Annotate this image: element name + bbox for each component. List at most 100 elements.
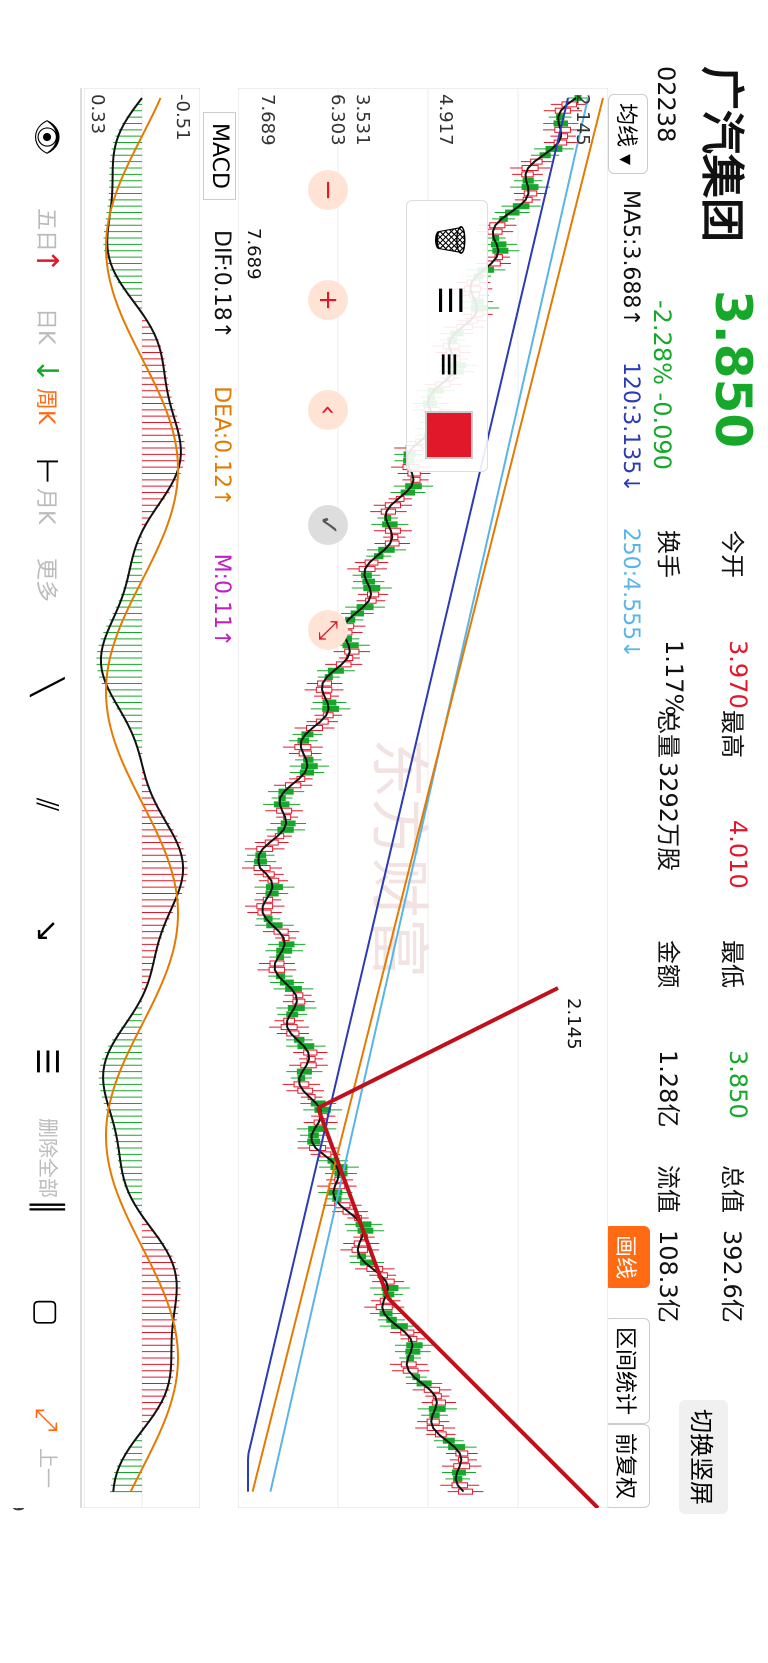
candle-body [492, 247, 509, 254]
stat-amount-label: 金额 [654, 940, 682, 988]
stock-code: 02238 [652, 66, 680, 143]
candle-body [298, 750, 312, 757]
stat-open-value: 3.970 [724, 640, 752, 709]
stat-volume-value: 3292万股 [654, 762, 682, 872]
candle-body [521, 184, 539, 191]
toolbar-day-k[interactable]: 日K [32, 308, 64, 344]
vertical-lines-icon[interactable]: ║ [29, 1198, 64, 1216]
price-axis-upper: 6.303 [327, 94, 348, 146]
candle-body [351, 1246, 368, 1253]
stat-amount-value: 1.28亿 [654, 1050, 682, 1128]
candle-body [406, 1342, 423, 1349]
candle-body [277, 826, 294, 833]
bottom-toolbar: 👁 五日 ↑ 日K ↓ 周K ⊢ 月K 更多 ╲ ⫽ ↘ ☰ 删除全部 ║ ▢ … [0, 88, 82, 1508]
candle-body [328, 1183, 346, 1190]
macd-m: M:0.11↑ [209, 553, 234, 648]
candle-body [451, 1469, 466, 1476]
macd-chart[interactable] [84, 88, 200, 1508]
color-picker-icon[interactable] [425, 411, 473, 459]
candle-body [521, 171, 534, 178]
stock-name: 广汽集团 [696, 66, 747, 242]
candle-body [273, 801, 290, 808]
price-change: -2.28% -0.090 [648, 300, 676, 470]
stat-mktcap-label: 总值 [718, 1165, 746, 1213]
candle-body [375, 1304, 393, 1311]
candle-body [360, 572, 372, 579]
stat-volume-label: 总量 [654, 710, 682, 758]
ma120-value: 120:3.135↓ [618, 361, 643, 493]
ma5-value: MA5:3.688↑ [618, 190, 643, 327]
candle-body [280, 820, 296, 827]
candle-body [322, 699, 337, 706]
ray-line-icon[interactable]: ↘ [29, 918, 64, 943]
draw-tool-popup[interactable]: 🗑 ☰ ≡ [406, 200, 488, 472]
ma-select-label: 均线 [613, 103, 638, 148]
candle-body [283, 1017, 295, 1024]
candle-body [265, 884, 283, 891]
plus-icon[interactable]: + [308, 280, 348, 320]
macd-dif: DIF:0.18↑ [209, 230, 234, 340]
candle-body [294, 744, 312, 751]
watermark: 东方财富 [363, 738, 433, 978]
stat-high-label: 最高 [718, 710, 746, 758]
chevron-left-icon[interactable]: ‹ [308, 390, 348, 430]
macd-axis-bottom: -0.51 [172, 94, 193, 141]
candle-body [287, 1005, 305, 1011]
trash-icon[interactable]: 🗑 [432, 221, 467, 259]
ma-select-button[interactable]: 均线 ▾ [608, 94, 648, 175]
arrow-down-icon[interactable]: ↓ [29, 358, 64, 383]
macd-values: DIF:0.18↑ DEA:0.12↑ M:0.11↑ [209, 230, 234, 687]
toolbar-week-k[interactable]: 周K [32, 388, 64, 424]
stat-open-label: 今开 [718, 530, 746, 578]
segment-line-icon[interactable]: ╲ [29, 678, 64, 696]
toolbar-five-day[interactable]: 五日 [32, 208, 64, 252]
candle-body [254, 858, 267, 865]
adjust-button[interactable]: 前复权 [604, 1424, 650, 1509]
switch-portrait-button[interactable]: 切换竖屏 [679, 1400, 728, 1514]
ma-values: MA5:3.688↑ 120:3.135↓ 250:4.555↓ [618, 190, 643, 687]
candle-body [487, 228, 503, 235]
candle-body [554, 126, 571, 133]
price-axis-low: 3.531 [352, 94, 373, 146]
eye-icon[interactable]: 👁 [29, 118, 64, 156]
line-style-icon[interactable]: ☰ [431, 286, 469, 315]
check-icon[interactable]: ✓ [308, 505, 348, 545]
candle-body [292, 998, 306, 1005]
candle-body [362, 578, 376, 585]
last-price: 3.850 [704, 290, 762, 449]
toolbar-prev[interactable]: 上一 [35, 1448, 64, 1488]
macd-label[interactable]: MACD [203, 112, 236, 200]
candle-body [269, 960, 285, 967]
dash-style-icon[interactable]: ≡ [431, 351, 469, 378]
horizontal-line-icon[interactable]: ⊢ [29, 458, 64, 484]
candle-body [382, 521, 398, 528]
stat-low-label: 最低 [718, 940, 746, 988]
expand-icon[interactable]: ⤢ [29, 1408, 64, 1432]
toolbar-more[interactable]: 更多 [32, 558, 64, 602]
price-axis-top: 7.689 [257, 94, 278, 146]
toolbar-month-k[interactable]: 月K [32, 488, 64, 524]
candle-body [276, 807, 293, 814]
candle-body [276, 947, 293, 954]
stat-float-value: 108.3亿 [654, 1230, 682, 1323]
macd-axis-top: 0.33 [87, 94, 108, 135]
candle-body [344, 648, 360, 655]
ma250-value: 250:4.555↓ [618, 527, 643, 659]
compress-icon[interactable]: ⤡ [308, 610, 348, 650]
draw-line-button[interactable]: 画线 [604, 1226, 650, 1289]
arrow-up-icon[interactable]: ↑ [29, 248, 64, 273]
interval-stats-button[interactable]: 区间统计 [604, 1318, 650, 1425]
candle-body [405, 1348, 421, 1355]
minus-icon[interactable]: − [308, 170, 348, 210]
candle-body [363, 585, 381, 591]
stat-high-value: 4.010 [724, 820, 752, 889]
candle-body [428, 1405, 446, 1412]
candle-body [431, 1399, 446, 1406]
toolbar-delete-all[interactable]: 删除全部 [35, 1118, 64, 1198]
rectangle-icon[interactable]: ▢ [29, 1298, 64, 1326]
macd-dea: DEA:0.12↑ [209, 386, 234, 507]
candle-body [308, 1132, 319, 1139]
candle-body [400, 1361, 417, 1368]
parallel-line-icon[interactable]: ⫽ [29, 798, 64, 811]
golden-ratio-icon[interactable]: ☰ [29, 1048, 64, 1075]
